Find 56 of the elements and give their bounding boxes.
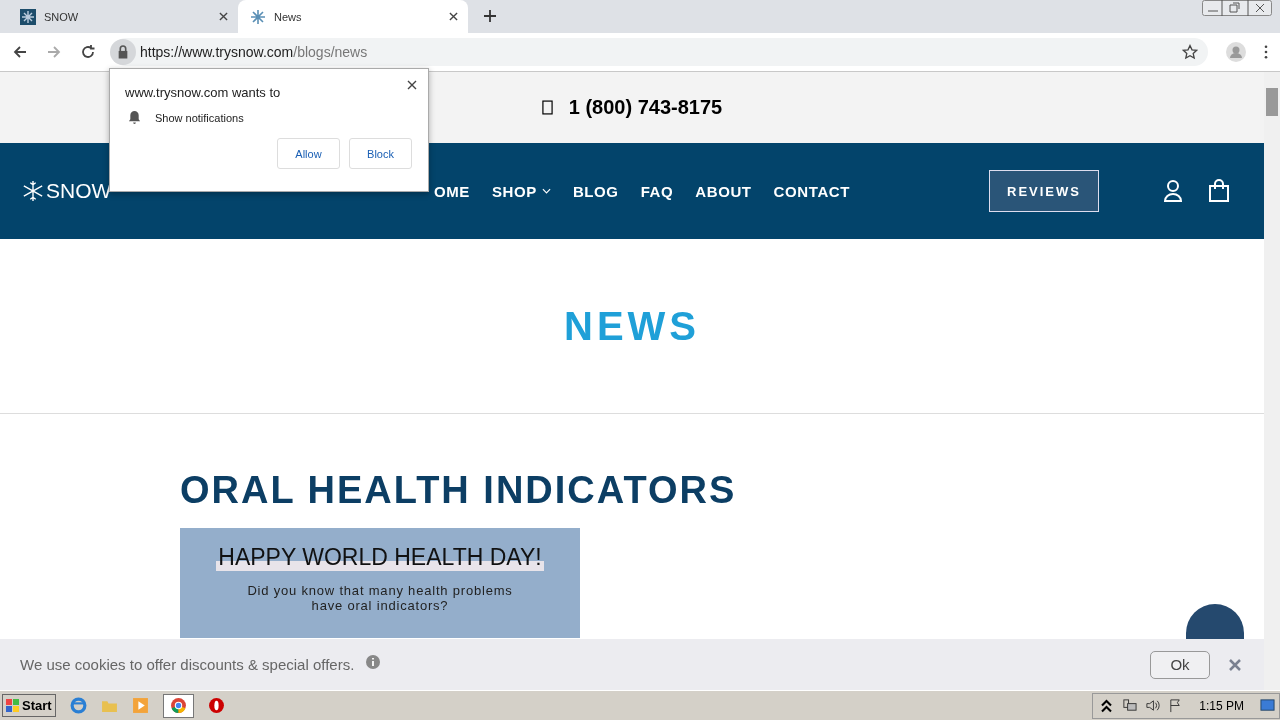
phone-icon: [541, 100, 553, 115]
info-icon[interactable]: [366, 654, 381, 669]
nav-link[interactable]: SHOP: [491, 182, 551, 200]
banner-text: Did you know that many health problems have oral indicators?: [246, 583, 514, 613]
nav-link[interactable]: BLOG: [572, 182, 619, 200]
back-icon[interactable]: [12, 44, 28, 60]
new-tab-icon[interactable]: [484, 10, 496, 22]
lock-icon: [110, 39, 136, 65]
close-icon[interactable]: [407, 80, 417, 90]
dialog-title: www.trysnow.com wants to: [125, 85, 282, 100]
ok-button[interactable]: Ok: [1150, 650, 1210, 679]
network-icon[interactable]: [1122, 698, 1138, 713]
address-field[interactable]: https://www.trysnow.com/blogs/news: [112, 38, 1208, 66]
bell-icon: [128, 110, 141, 125]
dialog-button[interactable]: Allow: [277, 138, 340, 169]
profile-icon[interactable]: [1226, 42, 1246, 62]
account-icon[interactable]: [1162, 179, 1184, 203]
close-icon[interactable]: [449, 12, 458, 21]
menu-icon[interactable]: [1264, 45, 1268, 59]
snowflake-icon: [22, 180, 44, 202]
scrollbar[interactable]: [1264, 72, 1280, 690]
browser-tab[interactable]: News: [238, 0, 468, 33]
article-title[interactable]: ORAL HEALTH INDICATORS: [180, 466, 1264, 514]
snowflake-icon: [250, 8, 266, 25]
close-icon[interactable]: [219, 12, 228, 21]
browser-tab[interactable]: SNOW: [8, 0, 238, 33]
tab-title: News: [274, 10, 303, 23]
opera-icon[interactable]: [207, 697, 225, 714]
nav-link[interactable]: ABOUT: [695, 182, 752, 200]
nav-link[interactable]: FAQ: [640, 182, 674, 200]
permission-label: Show notifications: [155, 111, 244, 124]
reviews-button[interactable]: REVIEWS: [989, 170, 1099, 212]
reload-icon[interactable]: [80, 44, 96, 60]
cookie-message: We use cookies to offer discounts & special offers.: [20, 656, 355, 673]
show-desktop-icon[interactable]: [1260, 698, 1275, 713]
logo-text[interactable]: SNOW: [46, 179, 112, 203]
chrome-icon: [169, 697, 187, 714]
dialog-button[interactable]: Block: [349, 138, 412, 169]
cart-icon[interactable]: [1208, 179, 1230, 203]
article-banner[interactable]: HAPPY WORLD HEALTH DAY! Did you know that many health problems have oral indicators?: [180, 528, 580, 638]
star-icon[interactable]: [1182, 44, 1198, 60]
windows-logo-icon: [6, 698, 20, 713]
snowflake-icon: [20, 8, 36, 25]
tab-title: SNOW: [44, 10, 80, 23]
chat-button[interactable]: [1186, 604, 1244, 639]
speaker-icon[interactable]: [1145, 698, 1161, 713]
page-title: NEWS: [564, 303, 700, 349]
browser-icon[interactable]: [69, 697, 87, 714]
nav-link[interactable]: CONTACT: [773, 182, 850, 200]
caret-icon[interactable]: [541, 188, 551, 194]
window-controls[interactable]: [1202, 0, 1272, 16]
nav-link[interactable]: OME: [434, 182, 470, 200]
start-button[interactable]: Start: [2, 694, 56, 717]
phone-number[interactable]: 1 (800) 743-8175: [568, 96, 723, 119]
taskbar-button[interactable]: [162, 693, 194, 718]
clock[interactable]: 1:15 PM: [1199, 698, 1244, 713]
